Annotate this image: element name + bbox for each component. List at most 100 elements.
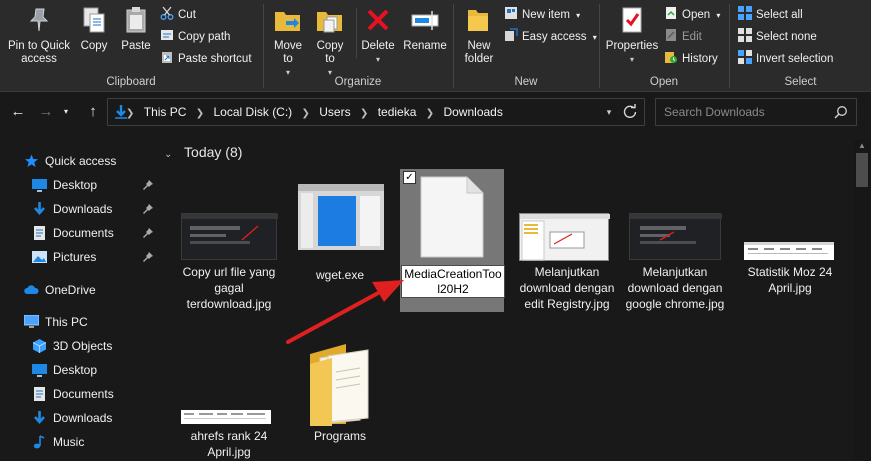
paste-shortcut-button[interactable]: Paste shortcut bbox=[160, 50, 252, 68]
breadcrumb-local-disk[interactable]: Local Disk (C:) bbox=[214, 99, 293, 125]
paste-icon bbox=[120, 4, 152, 36]
refresh-button[interactable] bbox=[620, 102, 640, 122]
pin-label: Pin to Quick access bbox=[8, 40, 70, 65]
nav-pc-documents[interactable]: Documents bbox=[32, 383, 114, 405]
nav-documents[interactable]: Documents bbox=[32, 222, 160, 244]
breadcrumb-this-pc[interactable]: This PC bbox=[144, 99, 187, 125]
nav-pictures[interactable]: Pictures bbox=[32, 246, 160, 268]
nav-pc-desktop-label: Desktop bbox=[53, 363, 98, 377]
nav-this-pc[interactable]: This PC bbox=[24, 311, 88, 333]
nav-pc-desktop[interactable]: Desktop bbox=[32, 359, 97, 381]
delete-button[interactable]: Delete ▾ bbox=[360, 4, 396, 66]
search-box[interactable] bbox=[655, 98, 857, 126]
annotation-arrow bbox=[286, 280, 404, 344]
search-input[interactable] bbox=[664, 104, 824, 120]
delete-x-icon bbox=[362, 4, 394, 36]
copy-button[interactable]: Copy bbox=[76, 4, 112, 53]
file-item[interactable]: Melanjutkan download dengan google chrom… bbox=[623, 210, 727, 320]
breadcrumb-tedieka[interactable]: tedieka bbox=[378, 99, 417, 125]
breadcrumb-users[interactable]: Users bbox=[319, 99, 350, 125]
delete-dropdown-icon: ▾ bbox=[375, 55, 380, 64]
copy-path-button[interactable]: Copy path bbox=[160, 28, 230, 46]
scissors-icon bbox=[160, 6, 174, 20]
new-group: New folder New item ▾ Easy access ▾ New bbox=[454, 0, 598, 92]
open-button[interactable]: Open ▾ bbox=[664, 6, 720, 24]
nav-3d-objects[interactable]: 3D Objects bbox=[32, 335, 112, 357]
computer-icon bbox=[24, 315, 39, 329]
nav-this-pc-label: This PC bbox=[45, 315, 88, 329]
breadcrumb-downloads[interactable]: Downloads bbox=[443, 99, 502, 125]
open-group-label: Open bbox=[649, 76, 679, 88]
new-item-dropdown-icon: ▾ bbox=[576, 11, 581, 20]
open-group: Properties ▾ Open ▾ Edit History Open bbox=[600, 0, 728, 92]
nav-pc-downloads[interactable]: Downloads bbox=[32, 407, 112, 429]
cut-button[interactable]: Cut bbox=[160, 6, 196, 24]
recent-locations-button[interactable]: ▾ bbox=[60, 102, 72, 122]
pin-icon bbox=[143, 180, 153, 190]
organize-group: Move to ▾ Copy to ▾ Delete ▾ Rename Orga… bbox=[264, 0, 452, 92]
scrollbar-thumb[interactable] bbox=[856, 153, 868, 187]
desktop-icon bbox=[32, 178, 47, 192]
cube-icon bbox=[32, 339, 47, 353]
chevron-down-icon: ⌄ bbox=[164, 149, 173, 160]
select-none-button[interactable]: Select none bbox=[738, 28, 817, 46]
select-all-button[interactable]: Select all bbox=[738, 6, 803, 24]
back-button[interactable]: ← bbox=[8, 102, 28, 122]
new-folder-button[interactable]: New folder bbox=[458, 4, 500, 66]
copy-icon bbox=[78, 4, 110, 36]
rename-icon bbox=[409, 4, 441, 36]
properties-icon bbox=[616, 4, 648, 36]
desktop-icon bbox=[32, 363, 47, 377]
file-item[interactable]: ahrefs rank 24 April.jpg bbox=[177, 380, 281, 460]
chevron-down-icon: ▾ bbox=[63, 107, 68, 116]
pin-to-quick-access-button[interactable]: Pin to Quick access bbox=[4, 4, 74, 66]
nav-music-label: Music bbox=[53, 435, 85, 449]
invert-selection-button[interactable]: Invert selection bbox=[738, 50, 833, 68]
new-item-button[interactable]: New item ▾ bbox=[504, 6, 580, 24]
documents-icon bbox=[32, 387, 47, 401]
properties-button[interactable]: Properties ▾ bbox=[602, 4, 662, 66]
nav-documents-label: Documents bbox=[53, 226, 114, 240]
history-button[interactable]: History bbox=[664, 50, 718, 68]
vertical-scrollbar[interactable]: ▲ bbox=[853, 140, 871, 461]
paste-button[interactable]: Paste bbox=[116, 4, 156, 53]
select-all-label: Select all bbox=[756, 9, 803, 21]
copy-to-button[interactable]: Copy to ▾ bbox=[312, 4, 348, 79]
nav-downloads[interactable]: Downloads bbox=[32, 198, 160, 220]
rename-button[interactable]: Rename bbox=[402, 4, 448, 53]
documents-icon bbox=[32, 226, 47, 240]
downloads-arrow-icon bbox=[32, 411, 47, 425]
address-bar[interactable]: ❯ This PC ❯ Local Disk (C:) ❯ Users ❯ te… bbox=[107, 98, 645, 126]
copy-to-icon bbox=[314, 4, 346, 36]
file-item[interactable]: Melanjutkan download dengan edit Registr… bbox=[515, 210, 619, 320]
address-history-dropdown[interactable]: ▾ bbox=[602, 99, 616, 125]
breadcrumb-separator-icon: ❯ bbox=[359, 108, 369, 119]
file-item[interactable]: Statistik Moz 24 April.jpg bbox=[738, 210, 842, 320]
folder-item[interactable]: Programs bbox=[288, 338, 392, 448]
selection-checkbox[interactable]: ✓ bbox=[403, 171, 416, 184]
nav-desktop[interactable]: Desktop bbox=[32, 174, 160, 196]
nav-quick-access[interactable]: Quick access bbox=[24, 150, 116, 172]
pin-icon bbox=[143, 252, 153, 262]
edit-button[interactable]: Edit bbox=[664, 28, 702, 46]
nav-onedrive[interactable]: OneDrive bbox=[24, 279, 96, 301]
up-button[interactable]: ↑ bbox=[83, 102, 103, 122]
search-icon[interactable] bbox=[834, 105, 848, 119]
scroll-up-arrow-icon[interactable]: ▲ bbox=[853, 140, 871, 152]
group-header[interactable]: ⌄ Today (8) bbox=[164, 144, 242, 160]
easy-access-button[interactable]: Easy access ▾ bbox=[504, 28, 597, 46]
organize-inner-divider bbox=[356, 8, 357, 58]
file-item[interactable]: Copy url file yang gagal terdownload.jpg bbox=[177, 210, 281, 320]
breadcrumb-separator-icon: ❯ bbox=[195, 108, 205, 119]
move-to-button[interactable]: Move to ▾ bbox=[270, 4, 306, 79]
file-name: Melanjutkan download dengan google chrom… bbox=[625, 265, 725, 311]
blank-file-icon bbox=[420, 176, 484, 258]
forward-button[interactable]: → bbox=[36, 102, 56, 122]
back-arrow-icon: ← bbox=[10, 103, 26, 120]
rename-input[interactable]: MediaCreationToo l20H2 bbox=[401, 265, 505, 298]
checkmark-icon: ✓ bbox=[405, 172, 414, 183]
copy-label: Copy bbox=[80, 40, 108, 52]
refresh-icon bbox=[623, 104, 637, 118]
easy-access-icon bbox=[504, 28, 518, 42]
nav-music[interactable]: Music bbox=[32, 431, 84, 453]
